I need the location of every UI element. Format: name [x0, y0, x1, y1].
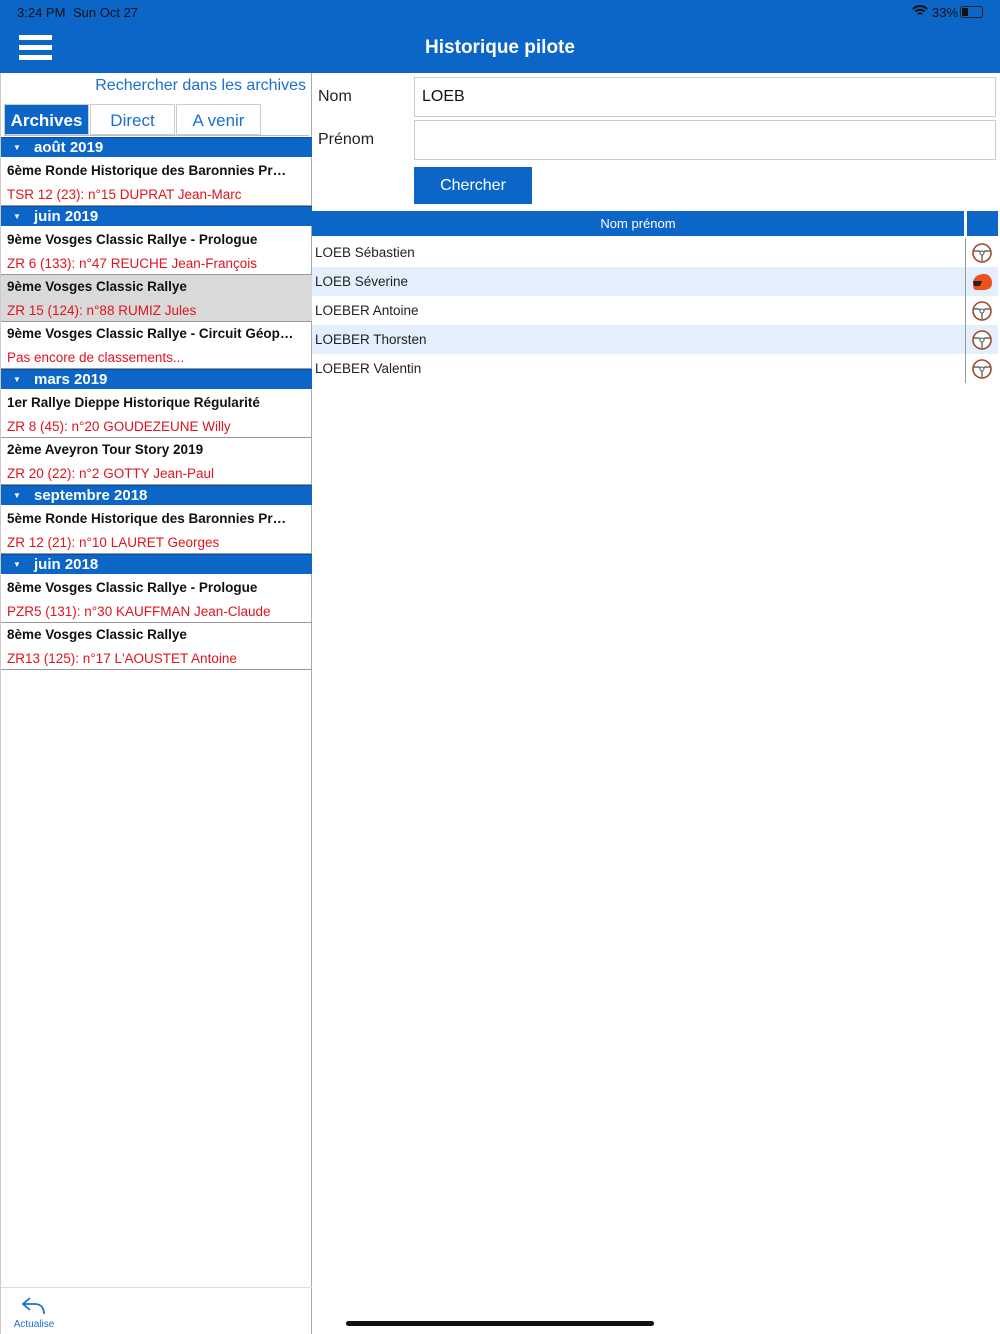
tab-direct[interactable]: Direct: [90, 104, 175, 135]
event-title: 5ème Ronde Historique des Baronnies Pr…: [7, 511, 287, 526]
pilot-name: LOEB Sébastien: [315, 245, 415, 260]
nav-bar: 3:24 PM Sun Oct 27 33% Historique pilote: [0, 0, 1000, 73]
steering-wheel-icon[interactable]: [965, 238, 998, 267]
refresh-label: Actualise: [13, 1319, 55, 1330]
nom-input[interactable]: LOEB: [414, 77, 996, 117]
event-title: 1er Rallye Dieppe Historique Régularité: [7, 395, 260, 410]
steering-wheel-icon[interactable]: [965, 296, 998, 325]
event-result: ZR 15 (124): n°88 RUMIZ Jules: [7, 303, 197, 318]
event-result: PZR5 (131): n°30 KAUFFMAN Jean-Claude: [7, 604, 271, 619]
nom-label: Nom: [318, 88, 352, 105]
archive-list: ▼ août 2019 6ème Ronde Historique des Baro…: [1, 137, 312, 670]
event-title: 9ème Vosges Classic Rallye - Prologue: [7, 232, 258, 247]
battery-percent: 33%: [932, 5, 959, 20]
bottom-toolbar: Actualise: [1, 1287, 312, 1334]
event-result: ZR 12 (21): n°10 LAURET Georges: [7, 535, 220, 550]
prenom-input[interactable]: [414, 120, 996, 160]
event-result: ZR 6 (133): n°47 REUCHE Jean-François: [7, 256, 257, 271]
pilot-name: LOEBER Antoine: [315, 303, 419, 318]
reply-arrow-icon: [21, 1297, 45, 1315]
prenom-label: Prénom: [318, 131, 375, 148]
archive-item[interactable]: 5ème Ronde Historique des Baronnies Pr… Z…: [1, 507, 312, 554]
section-label: septembre 2018: [34, 487, 148, 504]
archive-item[interactable]: 2ème Aveyron Tour Story 2019 ZR 20 (22): …: [1, 438, 312, 485]
archive-item[interactable]: 9ème Vosges Classic Rallye - Circuit Géo…: [1, 322, 312, 369]
event-result: ZR 20 (22): n°2 GOTTY Jean-Paul: [7, 466, 214, 481]
archive-item[interactable]: 9ème Vosges Classic Rallye - Prologue ZR …: [1, 228, 312, 275]
event-title: 9ème Vosges Classic Rallye: [7, 279, 187, 294]
search-archives-link[interactable]: Rechercher dans les archives: [95, 77, 306, 95]
section-label: juin 2018: [34, 556, 99, 573]
archive-item[interactable]: 9ème Vosges Classic Rallye ZR 15 (124): n…: [1, 275, 312, 322]
event-title: 8ème Vosges Classic Rallye: [7, 627, 187, 642]
section-label: mars 2019: [34, 371, 108, 388]
archives-panel: Rechercher dans les archives Archives Di…: [0, 73, 312, 1334]
event-title: 9ème Vosges Classic Rallye - Circuit Géo…: [7, 326, 294, 341]
disclosure-triangle-icon: ▼: [13, 212, 21, 221]
home-indicator: [346, 1321, 654, 1326]
disclosure-triangle-icon: ▼: [13, 560, 21, 569]
battery-icon: [960, 6, 983, 18]
event-result: ZR 8 (45): n°20 GOUDEZEUNE Willy: [7, 419, 231, 434]
section-header[interactable]: ▼ août 2019: [1, 137, 312, 157]
tab-archives[interactable]: Archives: [4, 104, 89, 135]
helmet-icon[interactable]: [965, 267, 998, 296]
archive-item[interactable]: 1er Rallye Dieppe Historique Régularité Z…: [1, 391, 312, 438]
section-header[interactable]: ▼ juin 2018: [1, 554, 312, 574]
result-row[interactable]: LOEBER Thorsten: [312, 325, 998, 354]
status-date: Sun Oct 27: [73, 5, 139, 20]
archive-item[interactable]: 6ème Ronde Historique des Baronnies Pr… T…: [1, 159, 312, 206]
result-row[interactable]: LOEBER Valentin: [312, 354, 998, 383]
result-row[interactable]: LOEB Séverine: [312, 267, 998, 296]
wifi-icon: [912, 5, 928, 20]
section-label: août 2019: [34, 139, 104, 156]
disclosure-triangle-icon: ▼: [13, 491, 21, 500]
status-time: 3:24 PM: [17, 5, 66, 20]
disclosure-triangle-icon: ▼: [13, 143, 21, 152]
pilot-name: LOEBER Thorsten: [315, 332, 427, 347]
section-header[interactable]: ▼ septembre 2018: [1, 485, 312, 505]
event-title: 2ème Aveyron Tour Story 2019: [7, 442, 204, 457]
column-header-icon: [967, 211, 998, 236]
pilot-name: LOEB Séverine: [315, 274, 409, 289]
tab-a-venir[interactable]: A venir: [176, 104, 261, 135]
tab-bar: Archives Direct A venir: [4, 104, 309, 136]
steering-wheel-icon[interactable]: [965, 354, 998, 383]
event-title: 8ème Vosges Classic Rallye - Prologue: [7, 580, 258, 595]
result-row[interactable]: LOEB Sébastien: [312, 238, 998, 267]
page-title: Historique pilote: [425, 37, 575, 58]
archive-item[interactable]: 8ème Vosges Classic Rallye - Prologue PZ…: [1, 576, 312, 623]
pilot-name: LOEBER Valentin: [315, 361, 422, 376]
search-button[interactable]: Chercher: [414, 167, 532, 204]
event-result: ZR13 (125): n°17 L'AOUSTET Antoine: [7, 651, 237, 666]
event-title: 6ème Ronde Historique des Baronnies Pr…: [7, 163, 287, 178]
refresh-button[interactable]: Actualise: [11, 1296, 57, 1330]
event-result: Pas encore de classements...: [7, 350, 185, 365]
section-label: juin 2019: [34, 208, 99, 225]
archive-item[interactable]: 8ème Vosges Classic Rallye ZR13 (125): n…: [1, 623, 312, 670]
section-header[interactable]: ▼ mars 2019: [1, 369, 312, 389]
steering-wheel-icon[interactable]: [965, 325, 998, 354]
result-row[interactable]: LOEBER Antoine: [312, 296, 998, 325]
disclosure-triangle-icon: ▼: [13, 375, 21, 384]
event-result: TSR 12 (23): n°15 DUPRAT Jean-Marc: [7, 187, 242, 202]
section-header[interactable]: ▼ juin 2019: [1, 206, 312, 226]
column-header-name: Nom prénom: [312, 211, 964, 236]
